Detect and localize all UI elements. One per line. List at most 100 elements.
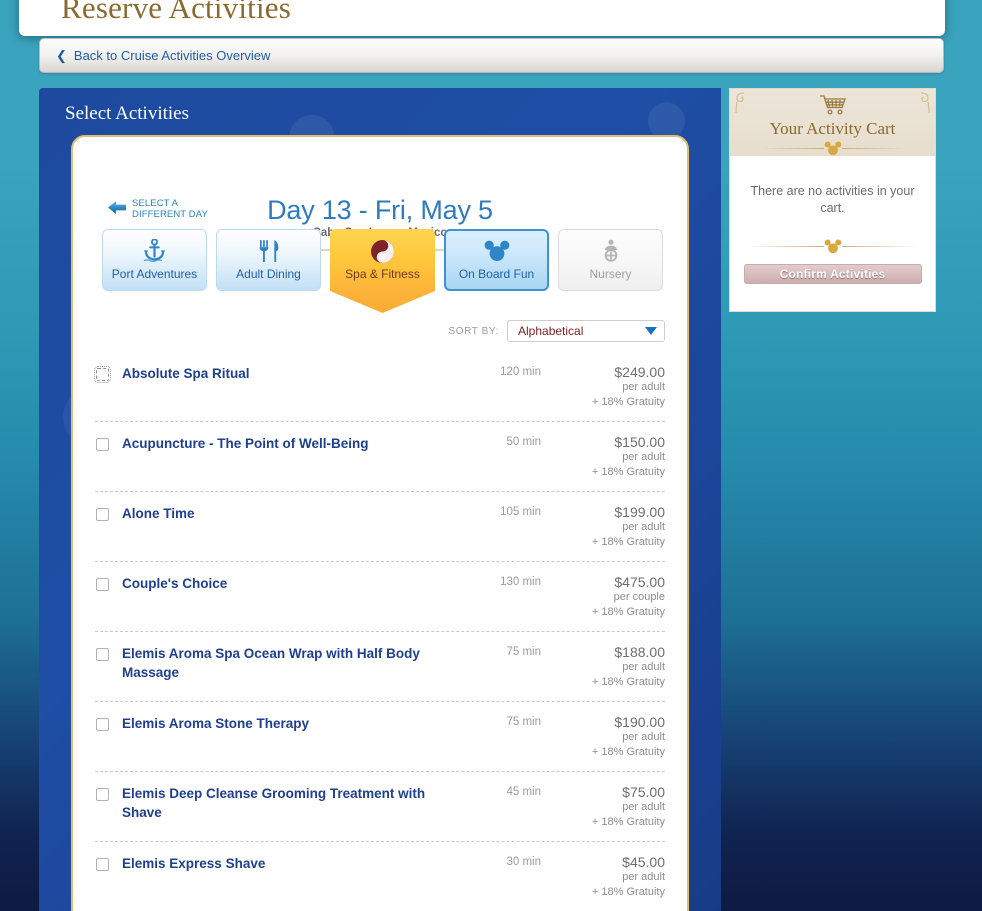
activity-price-unit: per adult [622,381,665,393]
cart-header: Your Activity Cart [730,89,935,156]
activity-price: $188.00 [614,644,665,660]
mickey-icon [484,239,510,263]
cart-bottom-divider [747,239,918,254]
tab-label: On Board Fun [458,267,535,281]
tab-on-board-fun[interactable]: On Board Fun [444,229,549,291]
shopping-cart-icon [730,94,935,120]
back-to-overview-label: Back to Cruise Activities Overview [73,48,271,63]
chevron-down-icon [645,327,657,335]
page-title: Reserve Activities [61,0,292,25]
table-row[interactable]: Elemis Express Shave 30 min $45.00 per a… [95,842,665,911]
tab-port-adventures[interactable]: Port Adventures [102,229,207,291]
arrow-left-icon [107,200,127,220]
activity-checkbox[interactable] [96,648,109,661]
yin-yang-icon [370,239,395,263]
activity-price-unit: per couple [613,591,665,603]
activity-checkbox[interactable] [94,366,111,383]
activity-price: $190.00 [614,714,665,730]
activity-price-block: $475.00 per couple + 18% Gratuity [547,574,665,620]
table-row[interactable]: Elemis Aroma Spa Ocean Wrap with Half Bo… [95,632,665,702]
activity-price-block: $190.00 per adult + 18% Gratuity [547,714,665,760]
mickey-head-icon [824,141,841,156]
activity-duration: 50 min [506,436,541,448]
activity-name[interactable]: Elemis Aroma Stone Therapy [122,714,473,733]
activity-name[interactable]: Couple's Choice [122,574,473,593]
activities-card: Select a Different Day Day 13 - Fri, May… [71,135,689,911]
divider-line [841,148,904,149]
tab-label: Port Adventures [111,267,198,281]
sort-by-label: Sort By: [448,325,499,337]
table-row[interactable]: Elemis Aroma Stone Therapy 75 min $190.0… [95,702,665,772]
mickey-head-icon [824,239,841,254]
activity-price: $45.00 [622,854,665,870]
tab-label: Nursery [589,267,632,281]
activity-name[interactable]: Elemis Express Shave [122,854,473,873]
activity-price-block: $45.00 per adult + 18% Gratuity [547,854,665,900]
activity-price-unit: per adult [622,451,665,463]
table-row[interactable]: Acupuncture - The Point of Well-Being 50… [95,422,665,492]
activity-name[interactable]: Elemis Deep Cleanse Grooming Treatment w… [122,784,473,822]
table-row[interactable]: Elemis Deep Cleanse Grooming Treatment w… [95,772,665,842]
corner-flourish-icon [733,91,748,120]
tab-spa-fitness[interactable]: Spa & Fitness [330,229,435,291]
cutlery-icon [258,239,280,263]
back-to-overview-button[interactable]: ❮ Back to Cruise Activities Overview [39,38,944,73]
activity-price: $249.00 [614,364,665,380]
activity-gratuity: + 18% Gratuity [591,536,665,548]
tab-adult-dining[interactable]: Adult Dining [216,229,321,291]
cart-title: Your Activity Cart [769,119,896,138]
cart-empty-message: There are no activities in your cart. [750,184,915,215]
activity-price: $75.00 [622,784,665,800]
activity-checkbox[interactable] [96,578,109,591]
activity-checkbox[interactable] [96,858,109,871]
activity-gratuity: + 18% Gratuity [591,676,665,688]
activity-duration: 75 min [506,646,541,658]
activity-gratuity: + 18% Gratuity [591,816,665,828]
activity-gratuity: + 18% Gratuity [591,396,665,408]
mickey-divider [730,141,935,156]
activity-checkbox[interactable] [96,438,109,451]
activity-duration: 30 min [506,856,541,868]
activity-price: $475.00 [614,574,665,590]
activity-duration: 105 min [500,506,541,518]
select-activities-panel: Select Activities SELECT A DIFFERENT DAY… [39,88,721,911]
activity-price-unit: per adult [622,801,665,813]
activity-name[interactable]: Elemis Aroma Spa Ocean Wrap with Half Bo… [122,644,473,682]
select-different-day-link[interactable]: Select a Different Day [107,198,208,220]
panel-heading: Select Activities [65,103,190,124]
activity-checkbox[interactable] [96,718,109,731]
table-row[interactable]: Couple's Choice 130 min $475.00 per coup… [95,562,665,632]
activity-price-block: $199.00 per adult + 18% Gratuity [547,504,665,550]
activity-price-block: $75.00 per adult + 18% Gratuity [547,784,665,830]
divider-line [747,246,824,247]
activity-duration: 130 min [500,576,541,588]
table-row[interactable]: Alone Time 105 min $199.00 per adult + 1… [95,492,665,562]
activity-price-block: $150.00 per adult + 18% Gratuity [547,434,665,480]
activity-price-unit: per adult [622,731,665,743]
corner-flourish-icon [917,91,932,120]
table-row[interactable]: Absolute Spa Ritual 120 min $249.00 per … [94,352,665,422]
activity-price-block: $188.00 per adult + 18% Gratuity [547,644,665,690]
activity-duration: 75 min [506,716,541,728]
tab-nursery: Nursery [558,229,663,291]
confirm-activities-button[interactable]: Confirm Activities [743,264,922,284]
category-tabs: Port Adventures Adult Dining Spa & Fitne… [73,220,687,291]
day-header: Select a Different Day Day 13 - Fri, May… [73,137,687,257]
activity-price: $199.00 [614,504,665,520]
activity-duration: 120 min [500,366,541,378]
activity-checkbox[interactable] [96,508,109,521]
activity-price-unit: per adult [622,661,665,673]
activity-checkbox[interactable] [96,788,109,801]
chevron-left-icon: ❮ [56,48,67,63]
activity-gratuity: + 18% Gratuity [591,746,665,758]
divider-line [761,148,824,149]
sort-select[interactable]: Alphabetical [507,320,665,342]
activity-price-unit: per adult [622,521,665,533]
activity-name[interactable]: Acupuncture - The Point of Well-Being [122,434,473,453]
activity-price: $150.00 [614,434,665,450]
activity-name[interactable]: Absolute Spa Ritual [122,364,473,383]
tab-label: Adult Dining [236,267,301,281]
divider-line [841,246,918,247]
activity-name[interactable]: Alone Time [122,504,473,523]
activity-cart-panel: Your Activity Cart There are no activiti… [729,88,936,312]
